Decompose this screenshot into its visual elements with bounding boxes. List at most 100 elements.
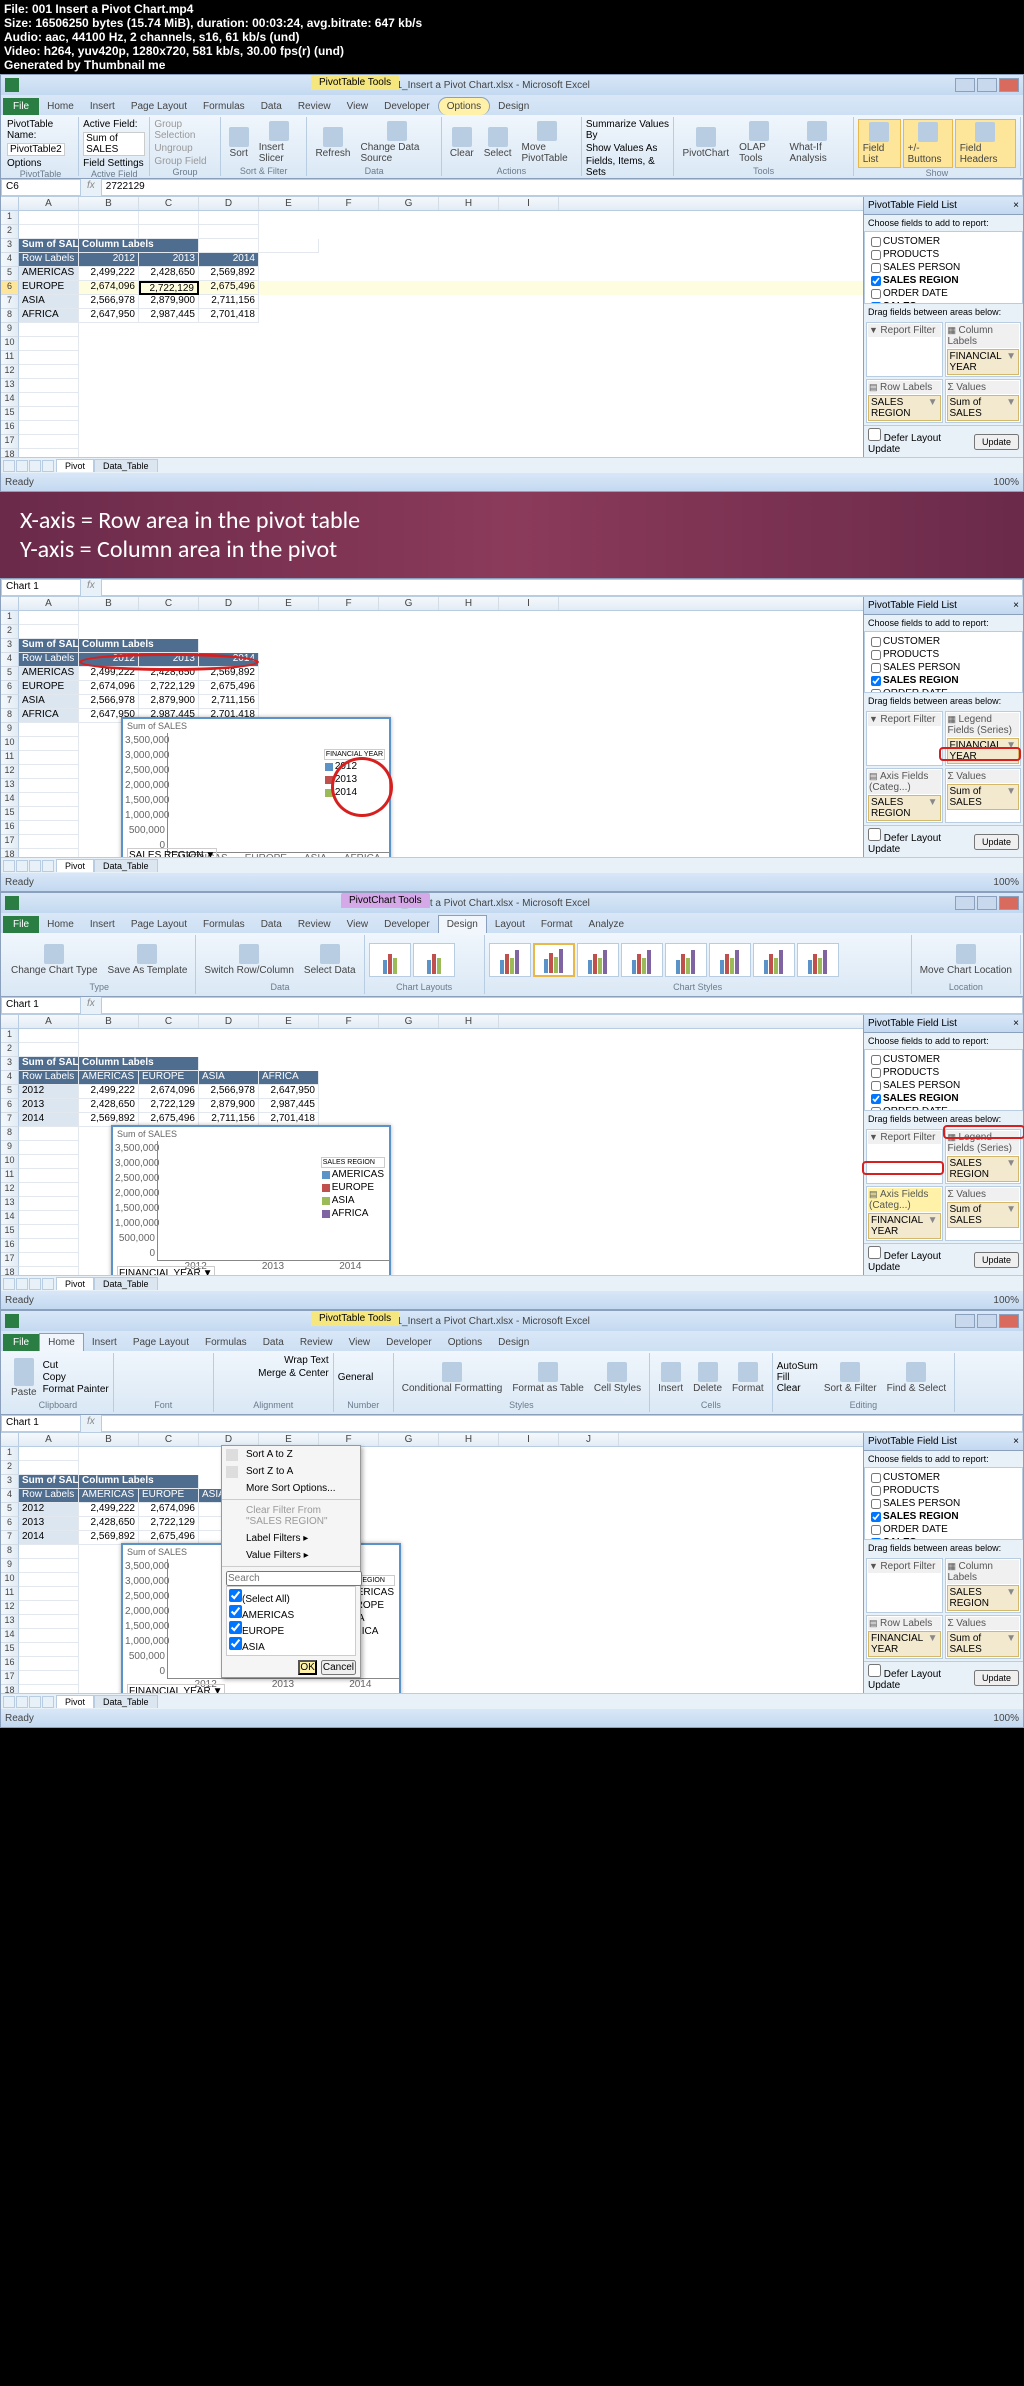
- values-area[interactable]: Σ Values Sum of SALES▼: [945, 379, 1022, 423]
- summarize-button[interactable]: Summarize Values By: [586, 119, 670, 141]
- field-item-sales-region[interactable]: SALES REGION: [869, 674, 1018, 687]
- sheet-tab-pivot[interactable]: Pivot: [56, 459, 94, 472]
- filter-search-input[interactable]: [226, 1571, 362, 1586]
- field-item-products[interactable]: PRODUCTS: [869, 1484, 1018, 1497]
- report-filter-area[interactable]: ▼ Report Filter: [866, 322, 943, 377]
- chart-layouts-gallery[interactable]: [369, 937, 480, 982]
- insert-cells-button[interactable]: Insert: [654, 1360, 687, 1396]
- field-item-sales-person[interactable]: SALES PERSON: [869, 1497, 1018, 1510]
- tab-insert[interactable]: Insert: [82, 98, 123, 115]
- copy-button[interactable]: Copy: [43, 1372, 109, 1383]
- nav-last[interactable]: [42, 460, 54, 472]
- nav-next[interactable]: [29, 460, 41, 472]
- sort-button[interactable]: Sort: [225, 125, 253, 161]
- tab-data[interactable]: Data: [253, 98, 290, 115]
- field-item-customer[interactable]: CUSTOMER: [869, 1053, 1018, 1066]
- field-list[interactable]: CUSTOMERPRODUCTSSALES PERSONSALES REGION…: [864, 231, 1023, 304]
- fx-icon[interactable]: fx: [81, 579, 101, 596]
- pivottable-tools-tab[interactable]: PivotTable Tools: [311, 1311, 399, 1326]
- whatif-button[interactable]: What-If Analysis: [786, 119, 849, 166]
- update-button[interactable]: Update: [974, 834, 1019, 850]
- pivot-chart[interactable]: Sum of SALES 3,500,0003,000,000 2,500,00…: [111, 1125, 391, 1275]
- format-cells-button[interactable]: Format: [728, 1360, 768, 1396]
- field-item-sales-person[interactable]: SALES PERSON: [869, 661, 1018, 674]
- nav-first[interactable]: [3, 460, 15, 472]
- select-data-button[interactable]: Select Data: [300, 942, 360, 978]
- field-item-sales-region[interactable]: SALES REGION: [869, 274, 1018, 287]
- move-chart-button[interactable]: Move Chart Location: [916, 942, 1016, 978]
- clear-filter-item[interactable]: Clear Filter From "SALES REGION": [222, 1502, 360, 1530]
- report-filter-area[interactable]: ▼ Report Filter: [866, 711, 943, 766]
- options-button[interactable]: Options: [7, 158, 41, 169]
- autosum-button[interactable]: AutoSum: [777, 1361, 818, 1372]
- sort-filter-button[interactable]: Sort & Filter: [820, 1360, 881, 1396]
- close-button[interactable]: [999, 78, 1019, 92]
- pivotchart-tools-tab[interactable]: PivotChart Tools: [341, 893, 430, 908]
- merge-center-button[interactable]: Merge & Center: [258, 1368, 329, 1379]
- fx-icon[interactable]: fx: [81, 179, 101, 196]
- pivottable-name[interactable]: PivotTable2: [7, 143, 65, 156]
- zoom-level[interactable]: 100%: [993, 477, 1019, 488]
- cell-styles-button[interactable]: Cell Styles: [590, 1360, 645, 1396]
- chart-styles-gallery[interactable]: [489, 937, 907, 982]
- nav-prev[interactable]: [16, 460, 28, 472]
- fields-items-button[interactable]: Fields, Items, & Sets: [586, 156, 670, 178]
- pivottable-tools-tab[interactable]: PivotTable Tools: [311, 75, 399, 90]
- axis-fields-area[interactable]: ▤ Axis Fields (Categ...) SALES REGION▼: [866, 768, 943, 823]
- active-field[interactable]: Sum of SALES: [83, 132, 145, 156]
- format-painter-button[interactable]: Format Painter: [43, 1384, 109, 1395]
- clear-button[interactable]: Clear: [777, 1383, 818, 1394]
- select-button[interactable]: Select: [480, 125, 516, 161]
- field-item-products[interactable]: PRODUCTS: [869, 1066, 1018, 1079]
- cancel-button[interactable]: Cancel: [321, 1660, 356, 1675]
- close-pane-icon[interactable]: ×: [1013, 200, 1019, 211]
- find-select-button[interactable]: Find & Select: [883, 1360, 950, 1396]
- formula-bar[interactable]: 2722129: [101, 179, 1023, 196]
- tab-page-layout[interactable]: Page Layout: [123, 98, 195, 115]
- field-item-products[interactable]: PRODUCTS: [869, 248, 1018, 261]
- field-settings-button[interactable]: Field Settings: [83, 158, 144, 169]
- olap-button[interactable]: OLAP Tools: [735, 119, 783, 166]
- sort-za-item[interactable]: Sort Z to A: [222, 1463, 360, 1480]
- row-labels-area[interactable]: ▤ Row Labels SALES REGION▼: [866, 379, 943, 423]
- field-item-customer[interactable]: CUSTOMER: [869, 635, 1018, 648]
- change-data-source-button[interactable]: Change Data Source: [356, 119, 436, 166]
- sheet-tab-data[interactable]: Data_Table: [94, 459, 158, 472]
- paste-button[interactable]: Paste: [7, 1356, 41, 1400]
- field-headers-button[interactable]: Field Headers: [955, 119, 1016, 168]
- change-chart-type-button[interactable]: Change Chart Type: [7, 942, 102, 978]
- formula-bar[interactable]: [101, 579, 1023, 596]
- move-pivottable-button[interactable]: Move PivotTable: [518, 119, 577, 166]
- save-template-button[interactable]: Save As Template: [104, 942, 192, 978]
- conditional-formatting-button[interactable]: Conditional Formatting: [398, 1360, 507, 1396]
- tab-developer[interactable]: Developer: [376, 98, 438, 115]
- more-sort-item[interactable]: More Sort Options...: [222, 1480, 360, 1497]
- selected-cell[interactable]: 2,722,129: [139, 281, 199, 295]
- field-item-sales-person[interactable]: SALES PERSON: [869, 261, 1018, 274]
- format-as-table-button[interactable]: Format as Table: [508, 1360, 588, 1396]
- sort-az-item[interactable]: Sort A to Z: [222, 1446, 360, 1463]
- close-pane-icon[interactable]: ×: [1013, 600, 1019, 611]
- minimize-button[interactable]: [955, 78, 975, 92]
- buttons-toggle[interactable]: +/- Buttons: [903, 119, 953, 168]
- field-item-order-date[interactable]: ORDER DATE: [869, 287, 1018, 300]
- field-item-products[interactable]: PRODUCTS: [869, 648, 1018, 661]
- column-labels-area[interactable]: ▦ Column Labels FINANCIAL YEAR▼: [945, 322, 1022, 377]
- field-item-customer[interactable]: CUSTOMER: [869, 235, 1018, 248]
- tab-view[interactable]: View: [339, 98, 377, 115]
- name-box[interactable]: Chart 1: [1, 579, 81, 596]
- value-filters-item[interactable]: Value Filters ▸: [222, 1547, 360, 1564]
- clear-button[interactable]: Clear: [446, 125, 478, 161]
- field-list-button[interactable]: Field List: [858, 119, 901, 168]
- tab-home[interactable]: Home: [39, 98, 82, 115]
- tab-formulas[interactable]: Formulas: [195, 98, 253, 115]
- tab-design[interactable]: Design: [490, 98, 537, 115]
- field-item-order-date[interactable]: ORDER DATE: [869, 1523, 1018, 1536]
- insert-slicer-button[interactable]: Insert Slicer: [255, 119, 303, 166]
- ok-button[interactable]: OK: [298, 1660, 316, 1675]
- chart-dropdown[interactable]: SALES REGION ▼: [127, 848, 217, 857]
- tab-options[interactable]: Options: [438, 97, 490, 115]
- update-button[interactable]: Update: [974, 434, 1019, 450]
- name-box[interactable]: C6: [1, 179, 81, 196]
- tab-review[interactable]: Review: [290, 98, 339, 115]
